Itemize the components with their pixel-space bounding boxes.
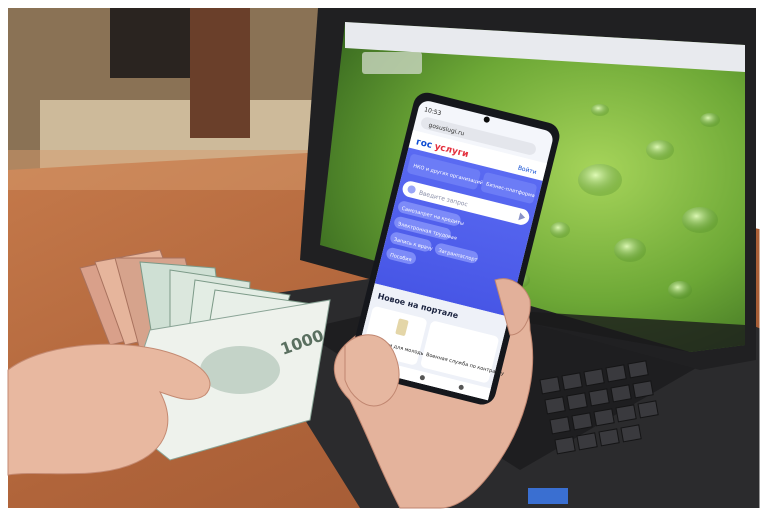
photo-scene: 1000 10:53 gosuslugi.ru гос услуги Войти… <box>0 0 764 517</box>
laptop-sticker <box>528 488 568 504</box>
